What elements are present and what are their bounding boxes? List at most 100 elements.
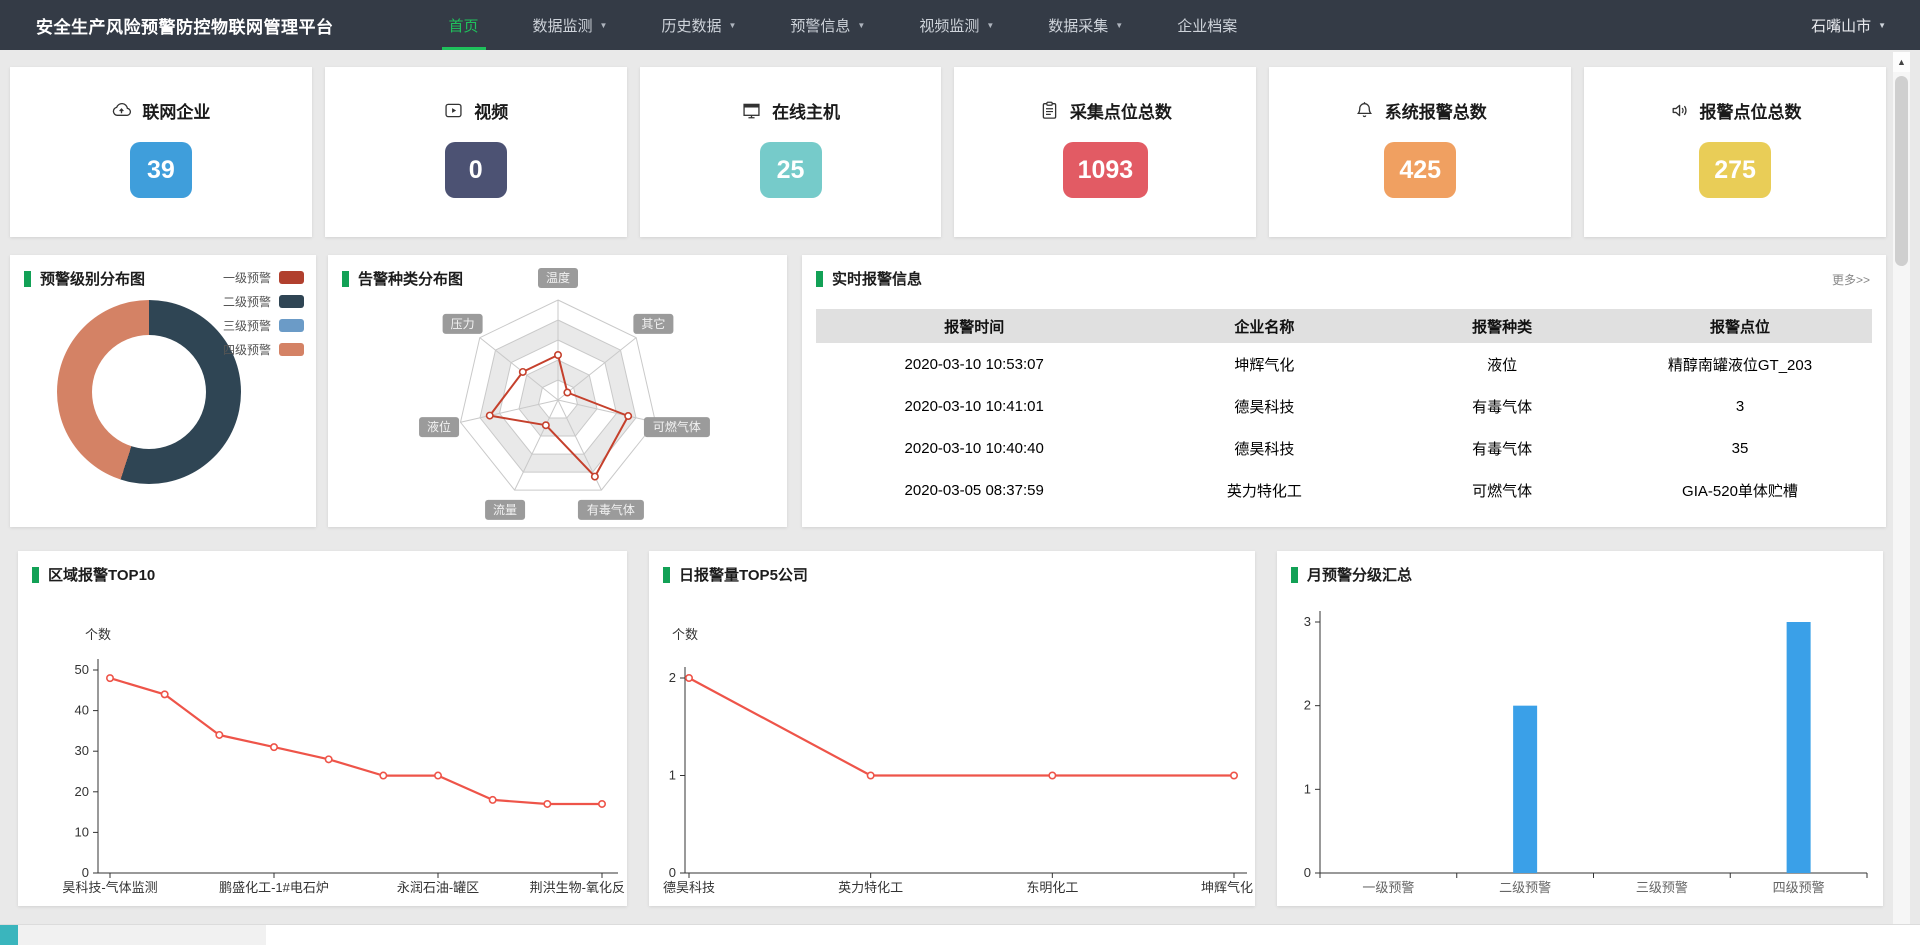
axis-label: 2 <box>669 670 676 685</box>
region-selector[interactable]: 石嘴山市 ▼ <box>1811 0 1886 50</box>
nav-item-menu[interactable]: 历史数据▼ <box>634 0 763 50</box>
line-series <box>110 678 602 804</box>
stat-label: 联网企业 <box>142 98 210 123</box>
scrollbar[interactable]: ▲ <box>1893 52 1910 945</box>
table-cell: 2020-03-10 10:53:07 <box>816 343 1132 385</box>
axis-label: 永润石油-罐区 <box>397 880 479 895</box>
stat-card-header: 在线主机 <box>741 98 840 123</box>
speaker-icon <box>1669 100 1690 121</box>
panel-title: 预警级别分布图 <box>24 268 145 289</box>
data-point <box>107 675 113 681</box>
table-cell: 坤辉气化 <box>1132 343 1396 385</box>
table-row[interactable]: 2020-03-10 10:41:01德昊科技有毒气体3 <box>816 385 1872 427</box>
stat-card-header: 系统报警总数 <box>1354 98 1487 123</box>
panel-warning-level-distribution: 预警级别分布图 一级预警二级预警三级预警四级预警 <box>10 255 316 527</box>
video-icon <box>443 100 464 121</box>
radar-data-point <box>592 473 598 479</box>
title-accent-bar <box>663 567 670 583</box>
data-point <box>1231 772 1237 778</box>
axis-label: 30 <box>75 743 89 758</box>
chevron-down-icon: ▼ <box>600 21 608 30</box>
table-row[interactable]: 2020-03-05 08:37:59英力特化工可燃气体GIA-520单体贮槽 <box>816 469 1872 511</box>
nav-item-label: 数据采集 <box>1048 15 1108 36</box>
monitor-icon <box>741 100 762 121</box>
bar <box>1787 622 1811 873</box>
data-point <box>380 772 386 778</box>
stat-value-badge: 0 <box>445 142 507 198</box>
radar-data-point <box>520 369 526 375</box>
radar-data-point <box>625 413 631 419</box>
title-accent-bar <box>342 271 349 287</box>
table-cell: 可燃气体 <box>1396 469 1608 511</box>
nav-item-label: 预警信息 <box>790 15 850 36</box>
table-cell: 精醇南罐液位GT_203 <box>1608 343 1872 385</box>
panel-title: 告警种类分布图 <box>342 268 463 289</box>
scrollbar-thumb[interactable] <box>1895 76 1908 266</box>
legend-item[interactable]: 三级预警 <box>223 317 304 334</box>
legend-label: 三级预警 <box>223 317 271 334</box>
nav-item-menu[interactable]: 企业档案 <box>1150 0 1264 50</box>
axis-label: 3 <box>1304 614 1311 629</box>
stat-value-badge: 39 <box>130 142 192 198</box>
legend-label: 二级预警 <box>223 293 271 310</box>
data-point <box>325 756 331 762</box>
scroll-up-arrow-icon[interactable]: ▲ <box>1893 52 1910 72</box>
panel-title: 月预警分级汇总 <box>1291 564 1412 585</box>
more-link[interactable]: 更多>> <box>1832 271 1870 288</box>
nav-item-active[interactable]: 首页 <box>422 0 506 50</box>
legend-item[interactable]: 四级预警 <box>223 341 304 358</box>
table-row[interactable]: 2020-03-10 10:53:07坤辉气化液位精醇南罐液位GT_203 <box>816 343 1872 385</box>
axis-label: 英力特化工 <box>838 880 903 895</box>
legend-swatch <box>279 319 304 332</box>
panel-title: 日报警量TOP5公司 <box>663 564 808 585</box>
panel-title-text: 日报警量TOP5公司 <box>679 564 808 585</box>
footer-widget[interactable] <box>0 925 18 945</box>
stat-value-badge: 425 <box>1384 142 1456 198</box>
stat-card: 联网企业 39 <box>10 67 312 237</box>
legend-item[interactable]: 二级预警 <box>223 293 304 310</box>
panel-region-alarm-top10: 区域报警TOP10 个数01020304050昊科技-气体监测鹏盛化工-1#电石… <box>18 551 627 906</box>
axis-label: 2 <box>1304 698 1311 713</box>
legend-label: 四级预警 <box>223 341 271 358</box>
axis-label: 可燃气体 <box>653 419 701 434</box>
radar-data-point <box>543 422 549 428</box>
table-cell: 有毒气体 <box>1396 385 1608 427</box>
data-point <box>489 797 495 803</box>
nav-item-menu[interactable]: 视频监测▼ <box>892 0 1021 50</box>
bar <box>1513 706 1537 873</box>
axis-label: 三级预警 <box>1636 880 1688 895</box>
axis-label: 坤辉气化 <box>1201 880 1253 895</box>
nav-item-label: 企业档案 <box>1177 15 1237 36</box>
axis-label: 0 <box>669 865 676 880</box>
panel-daily-alarm-top5: 日报警量TOP5公司 个数012德昊科技英力特化工东明化工坤辉气化 <box>649 551 1255 906</box>
data-point <box>686 675 692 681</box>
table-row[interactable]: 2020-03-10 10:40:40德昊科技有毒气体35 <box>816 427 1872 469</box>
table-header-cell: 企业名称 <box>1132 309 1396 343</box>
nav-item-menu[interactable]: 数据采集▼ <box>1021 0 1150 50</box>
axis-label: 有毒气体 <box>587 502 635 517</box>
table-cell: 2020-03-10 10:41:01 <box>816 385 1132 427</box>
data-point <box>161 691 167 697</box>
legend-label: 一级预警 <box>223 269 271 286</box>
stat-card: 在线主机25 <box>640 67 942 237</box>
radar-data-point <box>487 412 493 418</box>
legend-item[interactable]: 一级预警 <box>223 269 304 286</box>
axis-label: 液位 <box>427 419 451 434</box>
clipboard-icon <box>1039 100 1060 121</box>
nav-item-label: 数据监测 <box>533 15 593 36</box>
stat-value-badge: 275 <box>1699 142 1771 198</box>
title-accent-bar <box>24 271 31 287</box>
nav-item-menu[interactable]: 数据监测 ▼ <box>506 0 635 50</box>
axis-label: 个数 <box>672 627 698 642</box>
axis-label: 0 <box>82 865 89 880</box>
axis-label: 20 <box>75 784 89 799</box>
panel-alarm-type-distribution: 告警种类分布图 温度其它可燃气体有毒气体流量液位压力 <box>328 255 787 527</box>
axis-label: 个数 <box>85 627 111 642</box>
nav-item-menu[interactable]: 预警信息▼ <box>763 0 892 50</box>
axis-label: 温度 <box>546 270 570 285</box>
navbar: 安全生产风险预警防控物联网管理平台 首页数据监测▼历史数据▼预警信息▼视频监测▼… <box>0 0 1920 50</box>
nav-item-label: 视频监测 <box>919 15 979 36</box>
panel-title-text: 月预警分级汇总 <box>1307 564 1412 585</box>
panel-realtime-alarms: 实时报警信息 更多>> 报警时间企业名称报警种类报警点位 2020-03-10 … <box>802 255 1886 527</box>
region-top10-line-chart: 个数01020304050昊科技-气体监测鹏盛化工-1#电石炉永润石油-罐区荆洪… <box>18 551 627 906</box>
